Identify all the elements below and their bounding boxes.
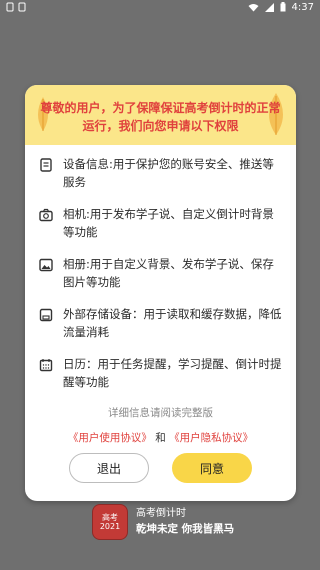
battery-icon <box>280 2 286 12</box>
permission-text: 外部存储设备：用于读取和缓存数据，降低流量消耗 <box>63 307 282 339</box>
permission-text: 相册:用于自定义背景、发布学子说、保存图片等功能 <box>63 257 274 289</box>
splash-branding: 高考 2021 高考倒计时 乾坤未定 你我皆黑马 <box>92 504 234 540</box>
permission-dialog: 尊敬的用户，为了保障保证高考倒计时的正常运行，我们向您申请以下权限 设备信息:用… <box>25 85 296 501</box>
permission-text: 设备信息:用于保护您的账号安全、推送等服务 <box>63 157 274 189</box>
exit-button-label: 退出 <box>96 461 121 476</box>
dialog-buttons: 退出 同意 <box>25 453 296 483</box>
privacy-agreement-link[interactable]: 《用户隐私协议》 <box>169 432 253 444</box>
permission-item-storage: 外部存储设备：用于读取和缓存数据，降低流量消耗 <box>39 305 282 341</box>
app-logo: 高考 2021 <box>92 504 128 540</box>
permission-list: 设备信息:用于保护您的账号安全、推送等服务 相机:用于发布学子说、自定义倒计时背… <box>25 145 296 391</box>
permission-item-device-info: 设备信息:用于保护您的账号安全、推送等服务 <box>39 155 282 191</box>
dialog-header: 尊敬的用户，为了保障保证高考倒计时的正常运行，我们向您申请以下权限 <box>25 85 296 145</box>
exit-button[interactable]: 退出 <box>69 453 149 483</box>
storage-icon <box>39 308 53 322</box>
status-time: 4:37 <box>291 1 314 13</box>
image-icon <box>39 258 53 272</box>
calendar-icon <box>39 359 53 372</box>
permission-text: 日历：用于任务提醒，学习提醒、倒计时提醒等功能 <box>63 357 282 389</box>
agreement-conjunction: 和 <box>155 432 166 444</box>
permission-item-album: 相册:用于自定义背景、发布学子说、保存图片等功能 <box>39 255 282 291</box>
wifi-icon <box>248 3 259 11</box>
status-bar: 4:37 <box>0 0 320 14</box>
status-right: 4:37 <box>248 2 314 13</box>
app-name: 高考倒计时 <box>136 508 186 519</box>
dialog-title: 尊敬的用户，为了保障保证高考倒计时的正常运行，我们向您申请以下权限 <box>40 101 281 133</box>
camera-icon <box>39 208 53 222</box>
permission-item-calendar: 日历：用于任务提醒，学习提醒、倒计时提醒等功能 <box>39 355 282 391</box>
agreements-line: 《用户使用协议》 和 《用户隐私协议》 <box>25 430 296 445</box>
app-texts: 高考倒计时 乾坤未定 你我皆黑马 <box>136 507 234 537</box>
app-slogan: 乾坤未定 你我皆黑马 <box>136 523 235 535</box>
detail-hint: 详细信息请阅读完整版 <box>108 407 213 419</box>
status-left <box>6 2 26 12</box>
notification-icon <box>6 2 14 12</box>
user-agreement-link[interactable]: 《用户使用协议》 <box>68 432 152 444</box>
signal-icon <box>264 2 274 12</box>
notification-icon <box>18 2 26 12</box>
logo-text-top: 高考 <box>101 513 118 522</box>
agree-button-label: 同意 <box>199 461 224 476</box>
permission-item-camera: 相机:用于发布学子说、自定义倒计时背景等功能 <box>39 205 282 241</box>
permission-text: 相机:用于发布学子说、自定义倒计时背景等功能 <box>63 207 274 239</box>
agree-button[interactable]: 同意 <box>172 453 252 483</box>
logo-text-bottom: 2021 <box>99 522 121 531</box>
document-icon <box>40 158 52 172</box>
